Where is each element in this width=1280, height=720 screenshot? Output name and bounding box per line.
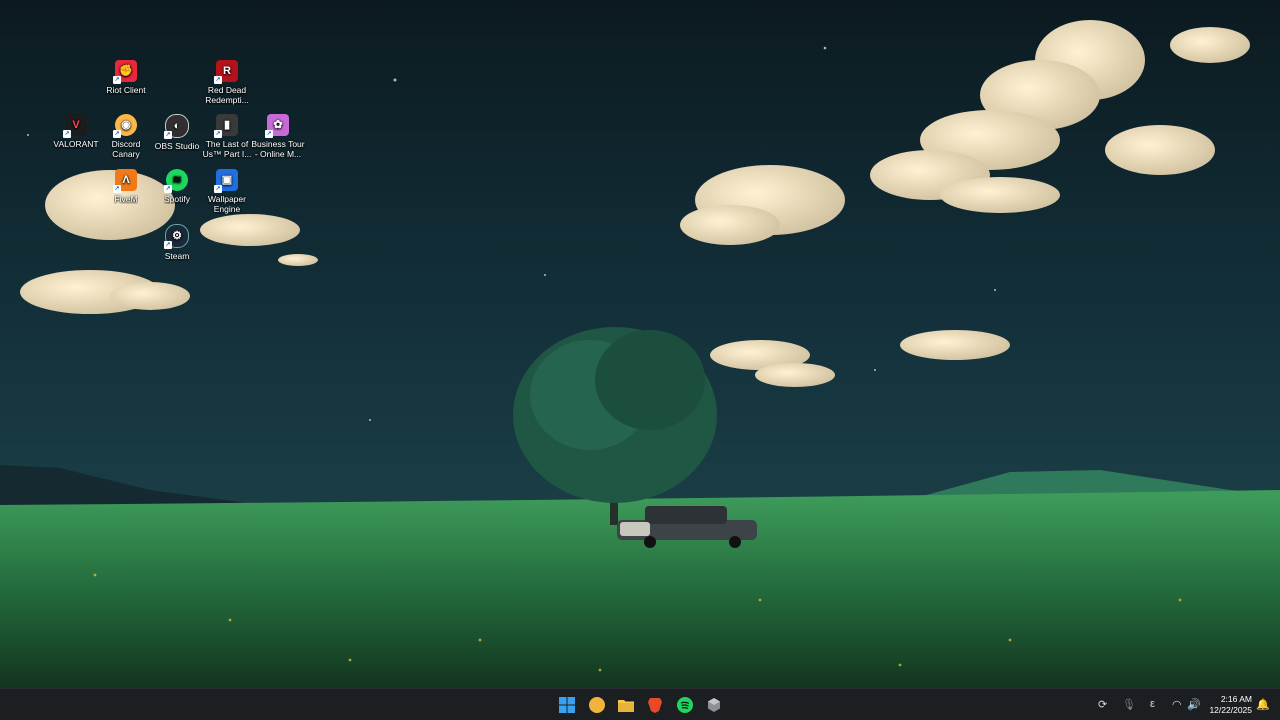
microphone-icon[interactable]: 🎙 xyxy=(1122,698,1136,711)
business-tour-icon: ✿ ↗ xyxy=(265,114,289,138)
taskbar: ⟳ 🎙 ε ◠ 🔊 2:16 AM 12/22/2025 🔔 xyxy=(0,688,1280,720)
desktop-icon-label: The Last of Us™ Part I... xyxy=(202,139,252,159)
keyboard-layout[interactable]: ε xyxy=(1150,698,1155,710)
spotify-icon: ≋ ↗ xyxy=(164,169,188,193)
desktop-icon-red-dead-redemption[interactable]: R ↗ Red Dead Redempti... xyxy=(199,60,255,105)
desktop-icon-valorant[interactable]: V ↗ VALORANT xyxy=(48,114,104,149)
the-last-of-us-icon: ▮ ↗ xyxy=(214,114,238,138)
desktop-icon-the-last-of-us[interactable]: ▮ ↗ The Last of Us™ Part I... xyxy=(199,114,255,159)
valorant-icon: V ↗ xyxy=(63,114,87,138)
sync-icon[interactable]: ⟳ xyxy=(1098,698,1107,711)
taskbar-spotify[interactable] xyxy=(675,695,695,715)
obs-studio-icon: ◐ ↗ xyxy=(164,114,189,139)
discord-icon xyxy=(589,697,605,713)
clock-date: 12/22/2025 xyxy=(1209,705,1252,715)
taskbar-clock[interactable]: 2:16 AM 12/22/2025 xyxy=(1209,694,1252,716)
wallpaper-engine-icon: ▣ ↗ xyxy=(214,169,238,193)
red-dead-redemption-icon: R ↗ xyxy=(214,60,238,84)
desktop-icon-label: Riot Client xyxy=(106,85,146,95)
steam-icon: ⚙ ↗ xyxy=(164,224,189,249)
desktop-icon-discord-canary[interactable]: ◉ ↗ Discord Canary xyxy=(98,114,154,159)
desktop-icon-business-tour[interactable]: ✿ ↗ Business Tour - Online M... xyxy=(250,114,306,159)
windows-start-icon xyxy=(559,697,575,713)
taskbar-file-explorer[interactable] xyxy=(616,695,636,715)
fivem-icon: Λ ↗ xyxy=(113,169,137,193)
cube-icon xyxy=(708,698,720,712)
desktop-icon-riot-client[interactable]: ✊ ↗ Riot Client xyxy=(98,60,154,95)
desktop-wallpaper xyxy=(0,0,1280,688)
taskbar-discord[interactable] xyxy=(587,695,607,715)
discord-canary-icon: ◉ ↗ xyxy=(113,114,137,138)
desktop-icon-label: OBS Studio xyxy=(154,141,200,151)
volume-icon[interactable]: 🔊 xyxy=(1187,698,1201,711)
taskbar-brave[interactable] xyxy=(645,695,665,715)
desktop-icon-label: Wallpaper Engine xyxy=(208,194,246,214)
folder-icon xyxy=(618,700,634,712)
desktop-icon-label: FiveM xyxy=(114,194,138,204)
notification-bell-icon[interactable]: 🔔 xyxy=(1256,698,1270,711)
start-button[interactable] xyxy=(557,695,577,715)
desktop-icon-label: Business Tour - Online M... xyxy=(251,139,305,159)
riot-client-icon: ✊ ↗ xyxy=(113,60,137,84)
desktop-icon-obs-studio[interactable]: ◐ ↗ OBS Studio xyxy=(149,114,205,151)
brave-icon xyxy=(648,698,662,713)
desktop-icon-label: Spotify xyxy=(164,194,190,204)
taskbar-app[interactable] xyxy=(704,695,724,715)
desktop-icon-fivem[interactable]: Λ ↗ FiveM xyxy=(98,169,154,204)
spotify-icon xyxy=(677,697,693,713)
desktop-icon-spotify[interactable]: ≋ ↗ Spotify xyxy=(149,169,205,204)
desktop-icon-label: VALORANT xyxy=(53,139,99,149)
clock-time: 2:16 AM xyxy=(1220,694,1252,704)
desktop-icon-label: Steam xyxy=(164,251,190,261)
desktop-icon-label: Discord Canary xyxy=(111,139,141,159)
desktop-icon-label: Red Dead Redempti... xyxy=(205,85,249,105)
desktop-icon-wallpaper-engine[interactable]: ▣ ↗ Wallpaper Engine xyxy=(199,169,255,214)
desktop-icon-steam[interactable]: ⚙ ↗ Steam xyxy=(149,224,205,261)
wifi-icon[interactable]: ◠ xyxy=(1172,698,1182,711)
